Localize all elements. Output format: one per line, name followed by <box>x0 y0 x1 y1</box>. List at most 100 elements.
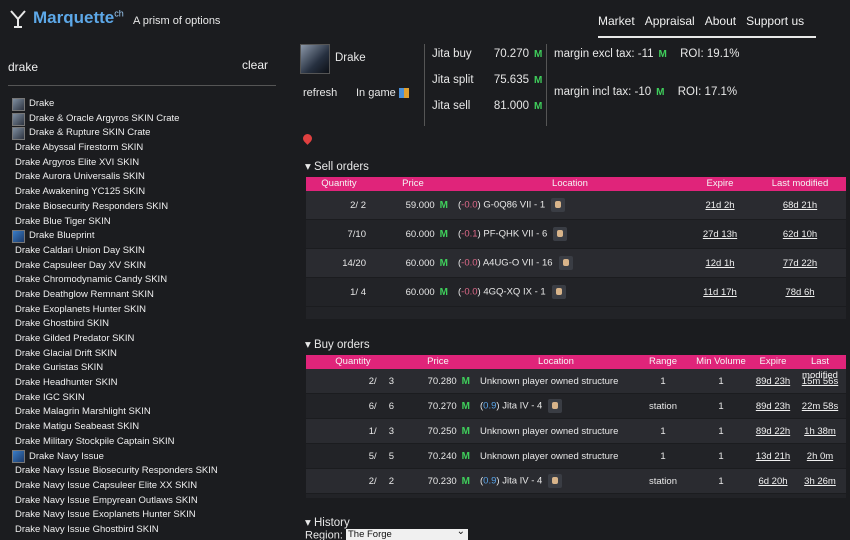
order-location: (-0.0) 4GQ-XQ IX - 1 <box>454 285 686 299</box>
station-icon[interactable] <box>551 198 566 212</box>
search-result-item[interactable]: Drake Navy Issue Exoplanets Hunter SKIN <box>12 508 282 523</box>
search-result-item[interactable]: Drake Military Stockpile Captain SKIN <box>12 435 282 450</box>
pin-icon[interactable] <box>301 132 314 145</box>
order-last-modified[interactable]: 3h 26m <box>794 476 846 487</box>
station-icon[interactable] <box>551 285 566 299</box>
search-result-label: Drake Argyros Elite XVI SKIN <box>15 156 140 168</box>
order-last-modified[interactable]: 62d 10h <box>754 229 846 240</box>
search-result-item[interactable]: Drake Guristas SKIN <box>12 361 282 376</box>
location-name[interactable]: Jita IV - 4 <box>502 476 542 487</box>
search-input[interactable] <box>8 56 228 78</box>
search-result-item[interactable]: Drake Capsuleer Day XV SKIN <box>12 259 282 274</box>
order-last-modified[interactable]: 15m 56s <box>794 376 846 387</box>
brand-name[interactable]: Marquettech <box>33 8 124 28</box>
order-range: station <box>649 475 677 487</box>
sell-orders-toggle[interactable]: ▾ Sell orders <box>305 159 369 173</box>
isk-unit: M <box>461 475 470 487</box>
location-name[interactable]: PF-QHK VII - 6 <box>483 229 547 240</box>
search-result-item[interactable]: Drake Navy Issue <box>12 450 282 465</box>
order-expire[interactable]: 6d 20h <box>752 476 794 487</box>
order-expire[interactable]: 89d 23h <box>752 401 794 412</box>
security-status: 0.9 <box>483 475 497 487</box>
order-expire[interactable]: 89d 22h <box>752 426 794 437</box>
station-icon[interactable] <box>558 256 573 270</box>
item-icon <box>12 230 25 244</box>
order-last-modified[interactable]: 1h 38m <box>794 426 846 437</box>
search-result-label: Drake Ghostbird SKIN <box>15 318 109 330</box>
order-last-modified[interactable]: 78d 6h <box>754 287 846 298</box>
order-min-volume: 1 <box>718 400 724 412</box>
search-result-item[interactable]: Drake Blue Tiger SKIN <box>12 215 282 230</box>
search-result-item[interactable]: Drake Blueprint <box>12 229 282 244</box>
nav-market[interactable]: Market <box>598 14 635 28</box>
item-details: Drake refresh In game Jita buy 70.270 M Ji… <box>298 40 850 540</box>
station-icon[interactable] <box>548 474 563 488</box>
order-last-modified[interactable]: 2h 0m <box>794 451 846 462</box>
order-range: 1 <box>660 375 666 387</box>
order-last-modified[interactable]: 68d 21h <box>754 200 846 211</box>
refresh-button[interactable]: refresh <box>303 87 337 99</box>
divider <box>546 44 547 126</box>
in-game-button[interactable]: In game <box>356 87 409 99</box>
nav-support-us[interactable]: Support us <box>746 14 804 28</box>
order-expire[interactable]: 11d 17h <box>686 287 754 298</box>
order-expire[interactable]: 27d 13h <box>686 229 754 240</box>
search-result-label: Drake Guristas SKIN <box>15 362 104 374</box>
location-name[interactable]: 4GQ-XQ IX - 1 <box>483 287 545 298</box>
order-min-volume: 1 <box>718 450 724 462</box>
search-result-item[interactable]: Drake IGC SKIN <box>12 391 282 406</box>
order-expire[interactable]: 21d 2h <box>686 200 754 211</box>
search-result-item[interactable]: Drake & Rupture SKIN Crate <box>12 126 282 141</box>
search-result-item[interactable]: Drake Chromodynamic Candy SKIN <box>12 273 282 288</box>
history-toggle[interactable]: ▾ History <box>305 515 350 529</box>
search-result-item[interactable]: Drake Malagrin Marshlight SKIN <box>12 405 282 420</box>
order-last-modified[interactable]: 22m 58s <box>794 401 846 412</box>
search-result-item[interactable]: Drake Matigu Seabeast SKIN <box>12 420 282 435</box>
search-result-item[interactable]: Drake Ghostbird SKIN <box>12 317 282 332</box>
search-result-item[interactable]: Drake Navy Issue Biosecurity Responders … <box>12 464 282 479</box>
order-last-modified[interactable]: 77d 22h <box>754 258 846 269</box>
search-result-item[interactable]: Drake Navy Issue Capsuleer Elite XX SKIN <box>12 479 282 494</box>
buy-orders-toggle[interactable]: ▾ Buy orders <box>305 337 370 351</box>
order-location: Unknown player owned structure <box>476 426 636 437</box>
jita-sell: Jita sell 81.000 M <box>432 100 543 112</box>
isk-unit: M <box>461 425 470 437</box>
search-result-item[interactable]: Drake Navy Issue Ghostbird SKIN <box>12 523 282 538</box>
order-expire[interactable]: 13d 21h <box>752 451 794 462</box>
price-value: 70.280 <box>427 375 457 387</box>
search-result-item[interactable]: Drake Deathglow Remnant SKIN <box>12 288 282 303</box>
search-result-label: Drake <box>29 98 55 109</box>
search-result-item[interactable]: Drake Abyssal Firestorm SKIN <box>12 141 282 156</box>
search-result-item[interactable]: Drake Glacial Drift SKIN <box>12 347 282 362</box>
search-result-item[interactable]: Drake & Oracle Argyros SKIN Crate <box>12 112 282 127</box>
station-icon[interactable] <box>553 227 568 241</box>
nav-appraisal[interactable]: Appraisal <box>645 14 695 28</box>
price-value: 60.000 <box>405 228 435 240</box>
clear-button[interactable]: clear <box>242 58 268 72</box>
search-result-label: Drake Blue Tiger SKIN <box>15 215 111 227</box>
price-value: 70.240 <box>427 450 457 462</box>
region-select[interactable]: The Forge <box>345 526 468 540</box>
search-result-item[interactable]: Drake Argyros Elite XVI SKIN <box>12 156 282 171</box>
location-name[interactable]: A4UG-O VII - 16 <box>483 258 553 269</box>
in-game-icon <box>398 88 409 99</box>
station-icon[interactable] <box>548 399 563 413</box>
search-result-item[interactable]: Drake Headhunter SKIN <box>12 376 282 391</box>
table-row: 14/20 60.000 M (-0.0) A4UG-O VII - 16 12d 1h… <box>306 249 846 278</box>
search-result-item[interactable]: Drake Gilded Predator SKIN <box>12 332 282 347</box>
sell-orders-table: Quantity Price Location Expire Last modi… <box>306 177 846 319</box>
marquette-logo-icon[interactable] <box>8 9 28 29</box>
search-result-item[interactable]: Drake Biosecurity Responders SKIN <box>12 200 282 215</box>
order-expire[interactable]: 89d 23h <box>752 376 794 387</box>
search-result-item[interactable]: Drake Caldari Union Day SKIN <box>12 244 282 259</box>
search-result-item[interactable]: Drake Navy Issue Empyrean Outlaws SKIN <box>12 494 282 509</box>
order-expire[interactable]: 12d 1h <box>686 258 754 269</box>
location-name[interactable]: G-0Q86 VII - 1 <box>483 200 545 211</box>
search-result-item[interactable]: Drake Exoplanets Hunter SKIN <box>12 303 282 318</box>
search-result-item[interactable]: Drake Awakening YC125 SKIN <box>12 185 282 200</box>
location-name[interactable]: Jita IV - 4 <box>502 401 542 412</box>
search-result-item[interactable]: Drake Aurora Universalis SKIN <box>12 170 282 185</box>
search-result-item[interactable]: Drake <box>12 97 282 112</box>
nav-about[interactable]: About <box>705 14 736 28</box>
search-row: clear <box>8 56 276 86</box>
